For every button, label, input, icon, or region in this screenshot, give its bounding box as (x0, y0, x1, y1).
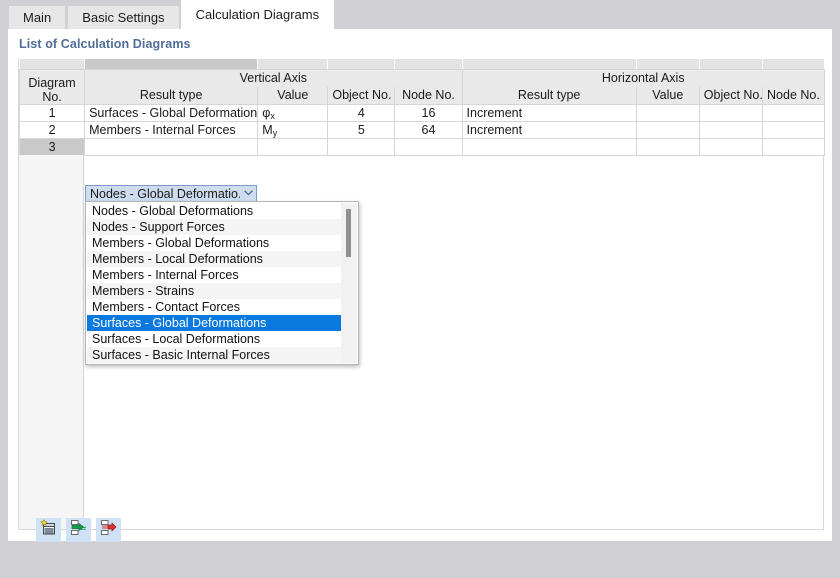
new-diagram-button[interactable] (36, 518, 61, 542)
header-diagram-no-line2: No. (42, 90, 62, 104)
calculation-diagrams-table: Diagram No. Vertical Axis Horizontal Axi… (18, 58, 826, 156)
table-row[interactable]: 2 Members - Internal Forces My 5 64 Incr… (18, 121, 826, 139)
cell-vertical-result-type[interactable]: Surfaces - Global Deformations (84, 104, 259, 122)
cell-vertical-value[interactable] (257, 138, 329, 156)
cell-vertical-node-no[interactable]: 16 (394, 104, 463, 122)
cell-horizontal-object-no[interactable] (698, 104, 763, 122)
row-number[interactable]: 2 (18, 121, 86, 139)
dropdown-option[interactable]: Nodes - Global Deformations (87, 203, 341, 219)
page-title: List of Calculation Diagrams (19, 37, 191, 51)
cell-vertical-result-type[interactable] (84, 138, 259, 156)
dropdown-option[interactable]: Members - Local Deformations (87, 251, 341, 267)
insert-row-button[interactable] (66, 518, 91, 542)
value-subscript: x (270, 111, 275, 121)
cell-horizontal-value[interactable] (635, 138, 700, 156)
header-horizontal-axis: Horizontal Axis (461, 69, 826, 87)
header-horizontal-object-no[interactable]: Object No. (698, 86, 763, 105)
header-diagram-no[interactable]: Diagram No. (18, 69, 86, 105)
band-vertical-node-no[interactable] (394, 58, 463, 70)
result-type-combobox-value: Nodes - Global Deformatio... (90, 186, 240, 201)
band-vertical-object-no[interactable] (327, 58, 396, 70)
header-horizontal-node-no[interactable]: Node No. (761, 86, 826, 105)
header-diagram-no-line1: Diagram (28, 76, 76, 90)
delete-row-icon (100, 519, 117, 541)
table-sub-header-row: Result type Value Object No. Node No. Re… (20, 86, 826, 105)
column-band-strip[interactable] (18, 58, 826, 70)
dropdown-options: Nodes - Global Deformations Nodes - Supp… (87, 203, 341, 363)
cell-vertical-value[interactable]: My (257, 121, 329, 139)
row-number[interactable]: 3 (18, 138, 86, 156)
value-base: M (262, 123, 273, 137)
dropdown-option-selected[interactable]: Surfaces - Global Deformations (87, 315, 341, 331)
dropdown-scrollbar[interactable] (341, 203, 357, 363)
insert-row-icon (70, 519, 87, 541)
table-row[interactable]: 3 (18, 138, 826, 156)
dropdown-option[interactable]: Members - Internal Forces (87, 267, 341, 283)
cell-horizontal-node-no[interactable] (761, 104, 826, 122)
cell-horizontal-result-type[interactable]: Increment (461, 121, 637, 139)
band-horizontal-value[interactable] (635, 58, 700, 70)
dropdown-option[interactable]: Members - Global Deformations (87, 235, 341, 251)
band-horizontal-object-no[interactable] (698, 58, 763, 70)
cell-vertical-node-no[interactable] (394, 138, 463, 156)
header-vertical-node-no[interactable]: Node No. (394, 86, 463, 105)
dropdown-option[interactable]: Members - Strains (87, 283, 341, 299)
cell-vertical-node-no[interactable]: 64 (394, 121, 463, 139)
dropdown-scrollbar-thumb[interactable] (346, 209, 351, 257)
cell-vertical-object-no[interactable]: 5 (327, 121, 396, 139)
header-vertical-object-no[interactable]: Object No. (327, 86, 396, 105)
tab-basic-settings[interactable]: Basic Settings (67, 5, 180, 29)
table-group-header-row: Diagram No. Vertical Axis Horizontal Axi… (18, 69, 826, 105)
diagrams-table-container: Diagram No. Vertical Axis Horizontal Axi… (18, 58, 826, 542)
dropdown-option[interactable]: Members - Contact Forces (87, 299, 341, 315)
cell-horizontal-result-type[interactable]: Increment (461, 104, 637, 122)
cell-horizontal-node-no[interactable] (761, 138, 826, 156)
dropdown-option[interactable]: Surfaces - Local Deformations (87, 331, 341, 347)
band-diagram-no[interactable] (18, 58, 86, 70)
dropdown-option[interactable]: Nodes - Support Forces (87, 219, 341, 235)
cell-horizontal-result-type[interactable] (461, 138, 637, 156)
cell-horizontal-object-no[interactable] (698, 138, 763, 156)
value-subscript: y (272, 128, 278, 138)
cell-horizontal-object-no[interactable] (698, 121, 763, 139)
cell-horizontal-node-no[interactable] (761, 121, 826, 139)
row-number-gutter-fill (19, 155, 84, 529)
band-horizontal-result-type[interactable] (461, 58, 637, 70)
header-horizontal-value[interactable]: Value (635, 86, 700, 105)
header-vertical-value[interactable]: Value (257, 86, 329, 105)
cell-horizontal-value[interactable] (635, 121, 700, 139)
cell-vertical-value[interactable]: φx (257, 104, 329, 122)
band-horizontal-node-no[interactable] (761, 58, 826, 70)
band-vertical-value[interactable] (257, 58, 329, 70)
result-type-combobox[interactable]: Nodes - Global Deformatio... (85, 185, 257, 202)
table-toolbar (36, 518, 121, 542)
new-diagram-icon (40, 519, 57, 541)
band-vertical-result-type[interactable] (84, 58, 259, 70)
cell-vertical-object-no[interactable] (327, 138, 396, 156)
header-vertical-result-type[interactable]: Result type (84, 86, 259, 105)
table-row[interactable]: 1 Surfaces - Global Deformations φx 4 16… (18, 104, 826, 122)
header-vertical-axis: Vertical Axis (84, 69, 463, 87)
calculation-diagrams-panel: List of Calculation Diagrams Diagram No.… (8, 29, 832, 542)
delete-row-button[interactable] (96, 518, 121, 542)
header-horizontal-result-type[interactable]: Result type (461, 86, 637, 105)
tab-main[interactable]: Main (8, 5, 67, 29)
tab-strip: Main Basic Settings Calculation Diagrams (8, 0, 832, 29)
cell-horizontal-value[interactable] (635, 104, 700, 122)
row-number[interactable]: 1 (18, 104, 86, 122)
cell-vertical-result-type[interactable]: Members - Internal Forces (84, 121, 259, 139)
tab-calculation-diagrams[interactable]: Calculation Diagrams (180, 0, 335, 29)
chevron-down-icon[interactable] (240, 188, 256, 199)
cell-vertical-object-no[interactable]: 4 (327, 104, 396, 122)
dropdown-option[interactable]: Surfaces - Basic Internal Forces (87, 347, 341, 363)
result-type-dropdown-list[interactable]: Nodes - Global Deformations Nodes - Supp… (85, 201, 359, 365)
application-window: Main Basic Settings Calculation Diagrams… (0, 0, 840, 578)
